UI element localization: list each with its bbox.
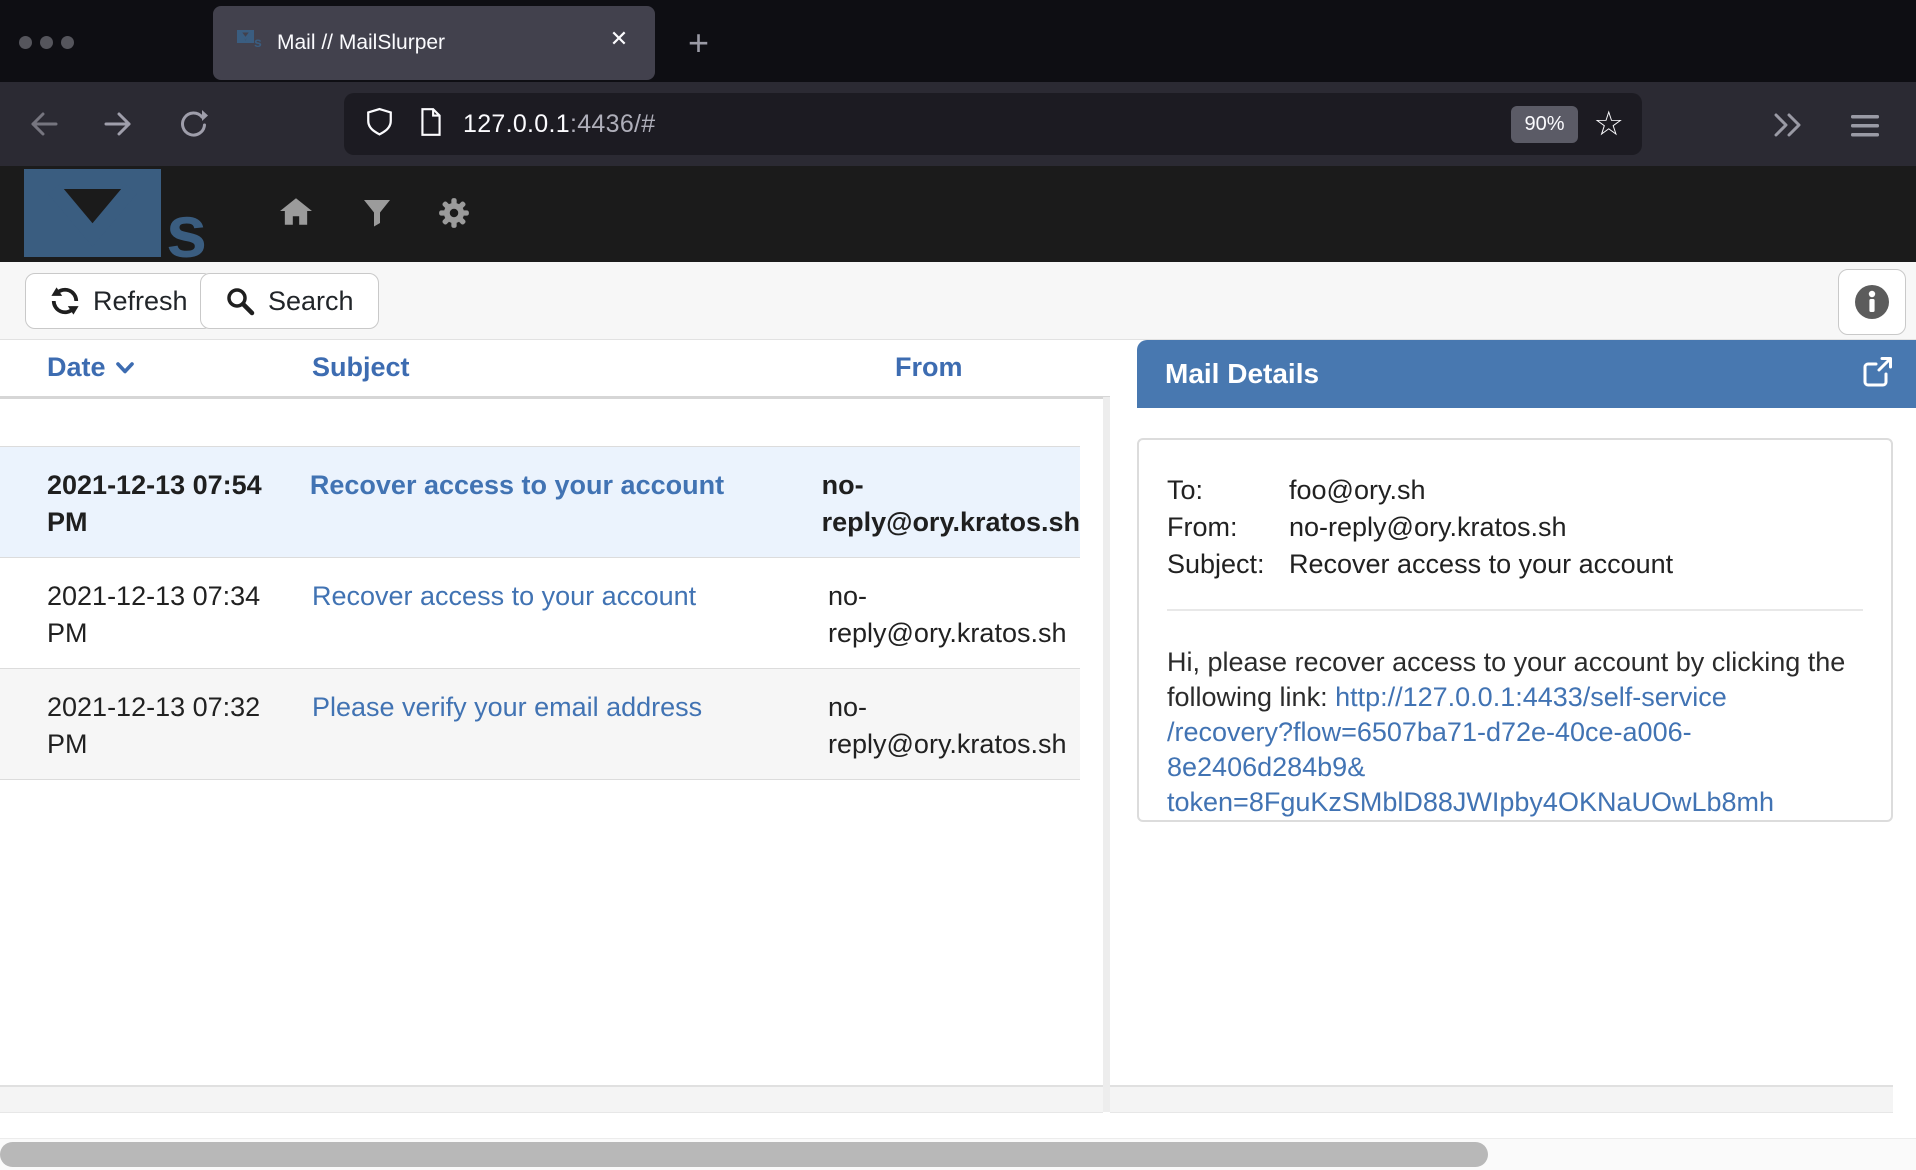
mail-details-title: Mail Details — [1165, 358, 1319, 390]
menu-hamburger-icon[interactable] — [1850, 114, 1880, 143]
app-toolbar: Refresh Search — [0, 262, 1916, 340]
url-host: 127.0.0.1 — [463, 110, 570, 138]
external-link-icon[interactable] — [1860, 355, 1894, 394]
subject-value: Recover access to your account — [1289, 546, 1863, 583]
mailslurper-logo: s — [24, 169, 239, 266]
forward-icon[interactable] — [102, 109, 134, 144]
meta-body-divider — [1167, 609, 1863, 611]
horizontal-scrollbar-thumb[interactable] — [0, 1142, 1488, 1167]
back-icon[interactable] — [28, 109, 60, 144]
to-label: To: — [1167, 472, 1289, 509]
column-header-subject[interactable]: Subject — [312, 352, 410, 383]
tab-title: Mail // MailSlurper — [277, 31, 445, 55]
window-dot[interactable] — [19, 36, 32, 49]
refresh-button[interactable]: Refresh — [25, 273, 213, 329]
search-button-label: Search — [268, 286, 354, 317]
row-from: no-reply@ory.kratos.sh — [822, 467, 1080, 541]
from-label: From: — [1167, 509, 1289, 546]
mail-meta: To: foo@ory.sh From: no-reply@ory.kratos… — [1167, 472, 1863, 583]
info-button[interactable] — [1838, 269, 1906, 335]
row-from: no-reply@ory.kratos.sh — [828, 689, 1080, 763]
tab-close-icon[interactable]: ✕ — [602, 26, 636, 52]
mail-details-header: Mail Details — [1137, 340, 1916, 408]
recovery-link[interactable]: token=8FguKzSMblD88JWIpby4OKNaUOwLb8mh — [1167, 785, 1863, 820]
bookmark-star-icon[interactable]: ☆ — [1594, 107, 1624, 141]
window-dot[interactable] — [61, 36, 74, 49]
row-subject-link[interactable]: Recover access to your account — [310, 470, 724, 500]
svg-text:s: s — [254, 34, 262, 50]
search-button[interactable]: Search — [200, 273, 379, 329]
reload-icon[interactable] — [176, 109, 208, 144]
sort-chevron-down-icon — [116, 362, 134, 374]
table-row[interactable]: 2021-12-13 07:54 PM Recover access to yo… — [0, 447, 1080, 558]
row-date: 2021-12-13 07:54 PM — [0, 467, 310, 541]
zoom-level-badge[interactable]: 90% — [1511, 106, 1577, 143]
svg-text:s: s — [166, 190, 207, 261]
subject-label: Subject: — [1167, 546, 1289, 583]
browser-navbar: 127.0.0.1:4436/# 90% ☆ — [0, 82, 1916, 166]
window-dot[interactable] — [40, 36, 53, 49]
row-date: 2021-12-13 07:32 PM — [0, 689, 312, 763]
column-header-from[interactable]: From — [895, 352, 963, 383]
settings-gear-icon[interactable] — [437, 196, 471, 235]
list-panel-footer — [0, 1085, 1103, 1113]
page-icon[interactable] — [419, 107, 443, 142]
column-header-date[interactable]: Date — [47, 352, 134, 383]
filter-icon[interactable] — [363, 199, 391, 232]
mail-body: Hi, please recover access to your accoun… — [1167, 645, 1863, 820]
recovery-link[interactable]: /recovery?flow=6507ba71-d72e-40ce-a006-8… — [1167, 715, 1863, 785]
url-text[interactable]: 127.0.0.1:4436/# — [463, 110, 655, 139]
mail-details-card: To: foo@ory.sh From: no-reply@ory.kratos… — [1137, 438, 1893, 822]
column-header-from-label: From — [895, 352, 963, 382]
new-tab-button[interactable]: + — [688, 22, 709, 64]
browser-tab-strip: s Mail // MailSlurper ✕ + — [0, 0, 1916, 82]
refresh-button-label: Refresh — [93, 286, 188, 317]
mailslurper-favicon-icon: s — [237, 30, 263, 57]
table-row[interactable]: 2021-12-13 07:32 PM Please verify your e… — [0, 669, 1080, 780]
table-header-divider — [0, 396, 1110, 399]
body-text-line1: Hi, please recover access to your accoun… — [1167, 647, 1845, 677]
info-icon — [1853, 283, 1891, 321]
home-icon[interactable] — [279, 196, 313, 233]
column-header-date-label: Date — [47, 352, 106, 383]
url-port-path: :4436/# — [570, 110, 656, 138]
window-controls[interactable] — [19, 36, 74, 49]
details-panel-footer — [1110, 1085, 1893, 1113]
to-value: foo@ory.sh — [1289, 472, 1863, 509]
overflow-chevrons-icon[interactable] — [1772, 112, 1806, 143]
body-text-line2: following link: — [1167, 682, 1335, 712]
search-icon — [225, 286, 255, 316]
mail-list: 2021-12-13 07:54 PM Recover access to yo… — [0, 446, 1080, 780]
column-header-subject-label: Subject — [312, 352, 410, 382]
row-from: no-reply@ory.kratos.sh — [828, 578, 1080, 652]
shield-icon[interactable] — [366, 107, 393, 142]
list-scrollbar-track[interactable] — [1103, 397, 1110, 1112]
row-subject-link[interactable]: Recover access to your account — [312, 581, 696, 611]
from-value: no-reply@ory.kratos.sh — [1289, 509, 1863, 546]
app-header: s — [0, 166, 1916, 262]
row-subject-link[interactable]: Please verify your email address — [312, 692, 702, 722]
browser-tab[interactable]: s Mail // MailSlurper — [213, 6, 655, 80]
refresh-icon — [50, 286, 80, 316]
recovery-link[interactable]: http://127.0.0.1:4433/self-service — [1335, 682, 1727, 712]
url-bar[interactable]: 127.0.0.1:4436/# 90% ☆ — [344, 93, 1642, 155]
row-date: 2021-12-13 07:34 PM — [0, 578, 312, 652]
table-row[interactable]: 2021-12-13 07:34 PM Recover access to yo… — [0, 558, 1080, 669]
